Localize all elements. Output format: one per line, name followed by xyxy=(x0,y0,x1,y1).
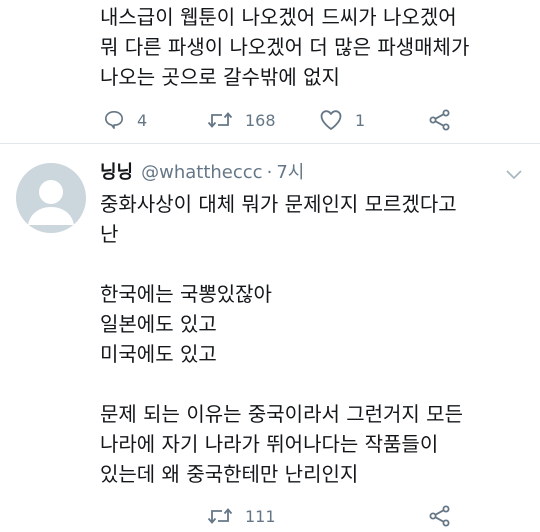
retweet-button[interactable]: 168 xyxy=(207,110,276,130)
reply-icon xyxy=(105,111,123,129)
like-button[interactable]: 1 xyxy=(319,109,365,131)
retweet-count: 111 xyxy=(245,506,276,526)
share-button[interactable] xyxy=(429,109,451,131)
retweet-icon xyxy=(207,112,233,128)
tweet-divider xyxy=(0,143,540,144)
tweet-text: 중화사상이 대체 뭐가 문제인지 모르겠다고 난 한국에는 국뽕있잖아 일본에도… xyxy=(100,192,463,486)
tweet-header: 닝닝 @whattheccc · 7시 xyxy=(100,158,304,184)
display-name[interactable]: 닝닝 xyxy=(100,158,133,184)
share-icon xyxy=(429,109,450,131)
timestamp[interactable]: 7시 xyxy=(276,158,304,184)
retweet-button[interactable]: 111 xyxy=(207,506,276,526)
like-icon xyxy=(320,110,342,130)
share-button[interactable] xyxy=(429,505,451,527)
default-avatar-icon xyxy=(28,180,74,225)
retweet-icon xyxy=(207,508,233,524)
user-handle[interactable]: @whattheccc xyxy=(141,162,262,183)
share-icon xyxy=(429,505,450,527)
reply-count: 4 xyxy=(137,110,148,130)
avatar[interactable] xyxy=(16,163,86,233)
chevron-down-icon xyxy=(506,170,522,180)
reply-button[interactable]: 4 xyxy=(103,110,147,130)
separator: · xyxy=(266,162,273,183)
retweet-count: 168 xyxy=(245,110,276,130)
like-count: 1 xyxy=(355,110,366,130)
more-options-button[interactable] xyxy=(505,166,523,185)
tweet-text: 내스급이 웹툰이 나오겠어 드씨가 나오겠어 뭐 다른 파생이 나오겠어 더 많… xyxy=(100,5,470,89)
